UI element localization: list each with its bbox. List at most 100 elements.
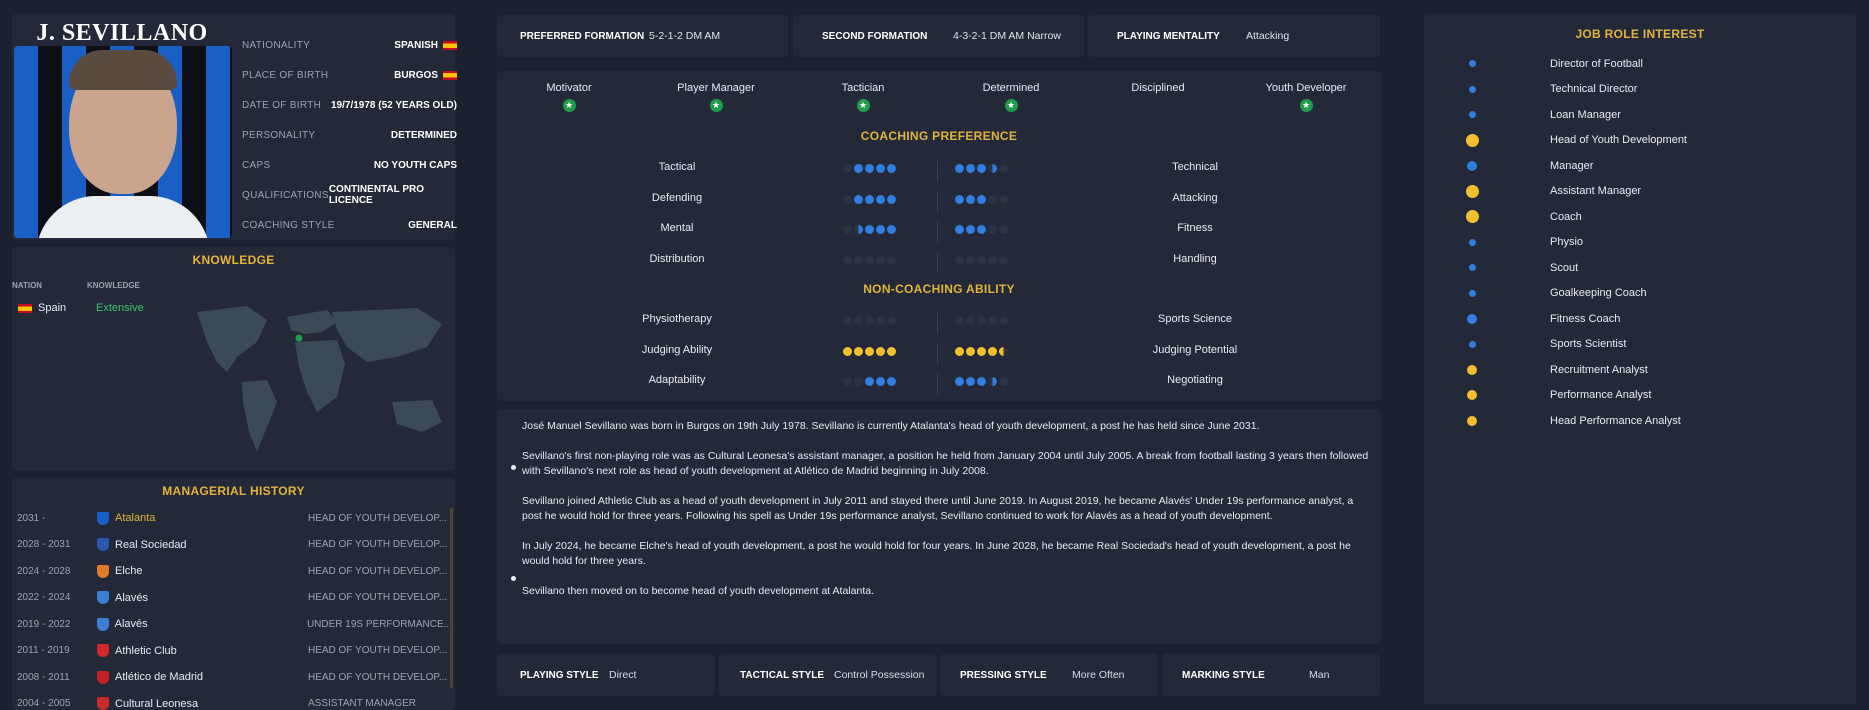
club-badge-icon bbox=[97, 644, 109, 657]
history-club[interactable]: Atlético de Madrid bbox=[115, 671, 308, 683]
preferred-formation-box: PREFERRED FORMATION 5-2-1-2 DM AM bbox=[497, 15, 788, 57]
bio-paragraph: In July 2024, he became Elche's head of … bbox=[522, 540, 1351, 567]
history-club[interactable]: Alavés bbox=[115, 592, 308, 604]
job-role-row[interactable]: Technical Director bbox=[1424, 77, 1854, 102]
right-rating-dots bbox=[955, 164, 1008, 173]
rating-divider bbox=[937, 374, 938, 394]
history-role: HEAD OF YOUTH DEVELOP... bbox=[308, 565, 448, 577]
trait-name: Player Manager bbox=[677, 82, 755, 94]
job-role-row[interactable]: Director of Football bbox=[1424, 51, 1854, 76]
trait-name: Youth Developer bbox=[1265, 82, 1347, 94]
profile-info-value: CONTINENTAL PRO LICENCE bbox=[329, 184, 457, 206]
rating-dot bbox=[887, 316, 896, 325]
rating-dot bbox=[854, 316, 863, 325]
rating-dot bbox=[988, 164, 997, 173]
job-role-name: Physio bbox=[1550, 236, 1584, 248]
job-role-row[interactable]: Coach bbox=[1424, 204, 1854, 229]
job-role-row[interactable]: Recruitment Analyst bbox=[1424, 357, 1854, 382]
history-row[interactable]: 2031 - Atalanta HEAD OF YOUTH DEVELOP... bbox=[12, 505, 452, 531]
rating-dot bbox=[977, 194, 986, 204]
job-role-row[interactable]: Head Performance Analyst bbox=[1424, 408, 1854, 433]
spain-flag-icon bbox=[443, 70, 457, 80]
rating-dot bbox=[854, 346, 863, 356]
rating-dot bbox=[999, 377, 1008, 386]
interest-indicator bbox=[1424, 390, 1520, 400]
interest-dot-icon bbox=[1468, 264, 1476, 271]
profile-info-row: DATE OF BIRTH 19/7/1978 (52 YEARS OLD) bbox=[242, 90, 457, 120]
club-badge-icon bbox=[97, 538, 109, 551]
job-role-row[interactable]: Fitness Coach bbox=[1424, 306, 1854, 331]
history-row[interactable]: 2028 - 2031 Real Sociedad HEAD OF YOUTH DE… bbox=[12, 532, 452, 558]
job-role-row[interactable]: Scout bbox=[1424, 255, 1854, 280]
trait-item: Tactician ★ bbox=[803, 82, 923, 112]
profile-panel: J. SEVILLANO NATIONALITY SPANISH PLACE OF … bbox=[12, 14, 457, 240]
history-row[interactable]: 2008 - 2011 Atlético de Madrid HEAD OF YOU… bbox=[12, 664, 452, 690]
job-role-name: Sports Scientist bbox=[1550, 338, 1627, 350]
history-club[interactable]: Alavés bbox=[115, 618, 307, 630]
history-row[interactable]: 2022 - 2024 Alavés HEAD OF YOUTH DEVELOP..… bbox=[12, 585, 452, 611]
history-row[interactable]: 2024 - 2028 Elche HEAD OF YOUTH DEVELOP... bbox=[12, 558, 452, 584]
profile-info-value-text: CONTINENTAL PRO LICENCE bbox=[328, 184, 424, 206]
job-role-name: Technical Director bbox=[1550, 83, 1638, 95]
rating-dot bbox=[843, 164, 852, 173]
profile-info-value-text: SPANISH bbox=[394, 39, 438, 51]
playing-style-value: Direct bbox=[609, 669, 637, 681]
job-role-row[interactable]: Loan Manager bbox=[1424, 102, 1854, 127]
history-row[interactable]: 2019 - 2022 Alavés UNDER 19S PERFORMANCE..… bbox=[12, 611, 452, 637]
bio-paragraph: Sevillano joined Athletic Club as a head… bbox=[522, 495, 1354, 522]
history-club[interactable]: Real Sociedad bbox=[115, 539, 308, 551]
job-role-name: Director of Football bbox=[1550, 57, 1643, 70]
profile-info-value-text: BURGOS bbox=[394, 69, 438, 81]
nation-row[interactable]: Spain Extensive bbox=[18, 302, 144, 314]
playing-style-box: PLAYING STYLE Direct bbox=[497, 654, 715, 696]
rating-dot bbox=[876, 255, 885, 265]
rating-dot bbox=[966, 225, 975, 234]
job-role-row[interactable]: Head of Youth Development bbox=[1424, 128, 1854, 153]
rating-right-label: Attacking bbox=[1172, 191, 1218, 204]
interest-dot-icon bbox=[1468, 111, 1476, 118]
job-role-name: Coach bbox=[1550, 210, 1582, 223]
interest-dot-icon bbox=[1467, 160, 1477, 171]
interest-indicator bbox=[1424, 264, 1520, 271]
profile-info-value: 19/7/1978 (52 YEARS OLD) bbox=[331, 100, 457, 111]
history-role: HEAD OF YOUTH DEVELOP... bbox=[308, 539, 448, 550]
history-club[interactable]: Elche bbox=[115, 565, 308, 577]
knowledge-level: Extensive bbox=[96, 302, 144, 314]
rating-dot bbox=[876, 194, 885, 204]
history-club[interactable]: Athletic Club bbox=[115, 645, 308, 657]
rating-dot bbox=[977, 346, 986, 356]
rating-divider bbox=[937, 343, 938, 364]
profile-info-row: NATIONALITY SPANISH bbox=[242, 30, 457, 60]
rating-left-label: Defending bbox=[651, 191, 703, 204]
history-row[interactable]: 2011 - 2019 Athletic Club HEAD OF YOUTH DE… bbox=[12, 638, 452, 664]
job-role-row[interactable]: Manager bbox=[1424, 153, 1854, 178]
nation-column-header: NATION bbox=[12, 281, 43, 290]
history-row[interactable]: 2004 - 2005 Cultural Leonesa ASSISTANT MAN… bbox=[12, 691, 452, 710]
interest-dot-icon bbox=[1468, 238, 1476, 246]
rating-dot bbox=[988, 377, 997, 386]
history-scrollbar[interactable] bbox=[450, 508, 453, 688]
job-role-row[interactable]: Performance Analyst bbox=[1424, 383, 1854, 408]
job-role-name: Goalkeeping Coach bbox=[1550, 287, 1647, 299]
job-role-row[interactable]: Assistant Manager bbox=[1424, 179, 1854, 204]
coaching-panel: Motivator ★ Player Manager ★ Tactician ★ Deter… bbox=[497, 71, 1381, 401]
rating-dot bbox=[966, 255, 975, 265]
rating-right-label: Judging Potential bbox=[1152, 343, 1238, 356]
profile-info-value: GENERAL bbox=[408, 220, 457, 231]
interest-indicator bbox=[1424, 289, 1520, 297]
history-years: 2024 - 2028 bbox=[17, 565, 71, 577]
history-club[interactable]: Atalanta bbox=[115, 512, 308, 524]
trait-item: Motivator ★ bbox=[509, 82, 629, 112]
interest-dot-icon bbox=[1467, 313, 1477, 324]
bio-paragraph: José Manuel Sevillano was born in Burgos… bbox=[522, 420, 1260, 432]
tactical-style-value: Control Possession bbox=[834, 669, 925, 681]
job-role-row[interactable]: Goalkeeping Coach bbox=[1424, 281, 1854, 306]
job-role-row[interactable]: Physio bbox=[1424, 230, 1854, 255]
job-role-row[interactable]: Sports Scientist bbox=[1424, 332, 1854, 357]
history-club[interactable]: Cultural Leonesa bbox=[115, 698, 308, 710]
rating-left-label: Distribution bbox=[649, 252, 705, 265]
history-role: ASSISTANT MANAGER bbox=[308, 698, 416, 709]
interest-dot-icon bbox=[1467, 390, 1477, 400]
rating-divider bbox=[937, 161, 938, 181]
job-role-interest-panel: JOB ROLE INTEREST Director of Football Te… bbox=[1424, 14, 1856, 704]
